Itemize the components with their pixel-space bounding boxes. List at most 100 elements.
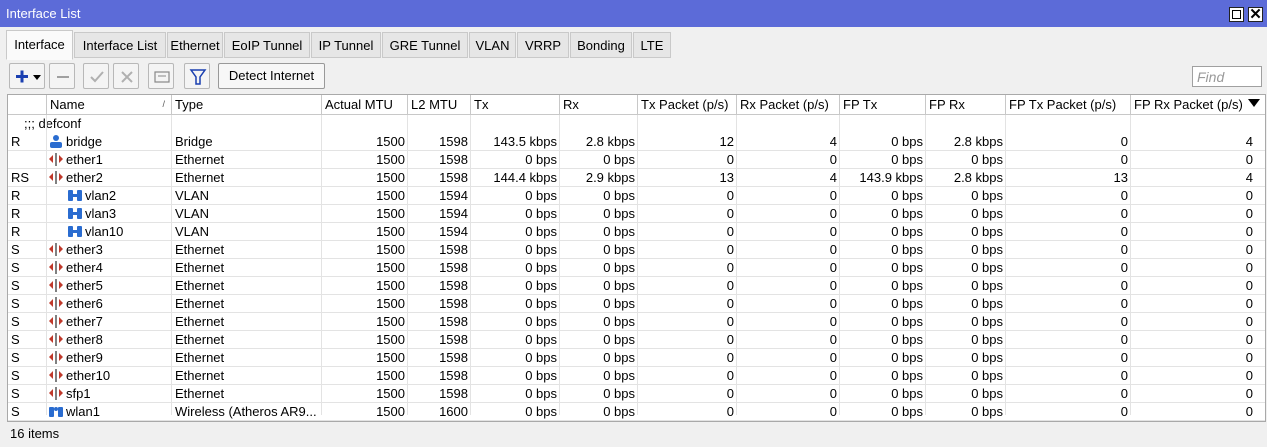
column-rx[interactable]: Rx <box>560 95 638 114</box>
cell-rx: 0 bps <box>603 350 635 365</box>
disable-button[interactable] <box>113 63 139 89</box>
column-divider <box>839 115 840 415</box>
cell-rxp: 0 <box>829 152 837 167</box>
cell-name: ether9 <box>66 350 103 365</box>
cell-fptx: 0 bps <box>891 332 923 347</box>
cell-fprx: 0 bps <box>971 350 1003 365</box>
detect-internet-button[interactable]: Detect Internet <box>218 63 325 89</box>
cell-tx: 0 bps <box>525 314 557 329</box>
cell-rxp: 0 <box>829 368 837 383</box>
column-l2-mtu[interactable]: L2 MTU <box>408 95 471 114</box>
cell-fptx: 0 bps <box>891 296 923 311</box>
cell-flag: R <box>11 134 21 149</box>
cell-fptxp: 0 <box>1120 242 1128 257</box>
cell-rxp: 0 <box>829 224 837 239</box>
cell-flag: S <box>11 260 20 275</box>
cell-flag: S <box>11 350 20 365</box>
cell-fptxp: 0 <box>1120 350 1128 365</box>
cell-fptx: 0 bps <box>891 350 923 365</box>
tab-vlan[interactable]: VLAN <box>469 32 516 58</box>
close-button[interactable]: ✕ <box>1248 7 1263 22</box>
column-divider <box>46 115 47 415</box>
cell-mtu: 1500 <box>376 152 405 167</box>
tab-eoip-tunnel[interactable]: EoIP Tunnel <box>224 32 310 58</box>
column-fp-tx[interactable]: FP Tx <box>840 95 926 114</box>
comment-button[interactable] <box>148 63 174 89</box>
cell-rxp: 4 <box>829 134 837 149</box>
cell-fptxp: 0 <box>1120 314 1128 329</box>
cell-flag: S <box>11 296 20 311</box>
cell-fprxp: 0 <box>1245 386 1253 401</box>
cell-rxp: 0 <box>829 242 837 257</box>
tab-interface[interactable]: Interface <box>6 30 73 60</box>
column-menu-icon[interactable] <box>1248 99 1260 107</box>
cell-name: ether5 <box>66 278 103 293</box>
remove-button[interactable] <box>49 63 75 89</box>
column-divider <box>559 115 560 415</box>
cell-name: ether1 <box>66 152 103 167</box>
cell-fptx: 0 bps <box>891 188 923 203</box>
title-bar[interactable]: Interface List ✕ <box>0 0 1267 27</box>
column-divider <box>321 115 322 415</box>
wireless-icon <box>48 404 64 419</box>
column-divider <box>407 115 408 415</box>
cell-type: Ethernet <box>175 296 225 311</box>
cell-fprxp: 0 <box>1245 188 1253 203</box>
cell-fptx: 0 bps <box>891 368 923 383</box>
cell-txp: 13 <box>719 170 734 185</box>
column-tx[interactable]: Tx <box>471 95 560 114</box>
cell-mtu: 1500 <box>376 404 405 419</box>
cell-fprxp: 0 <box>1245 296 1253 311</box>
find-input[interactable] <box>1192 66 1262 87</box>
tab-gre-tunnel[interactable]: GRE Tunnel <box>382 32 468 58</box>
column-flags[interactable] <box>8 95 47 114</box>
cell-type: VLAN <box>175 224 209 239</box>
column-type[interactable]: Type <box>172 95 322 114</box>
column-fp-rx-packet[interactable]: FP Rx Packet (p/s) <box>1131 95 1246 114</box>
add-button[interactable] <box>9 63 45 89</box>
cell-rx: 0 bps <box>603 332 635 347</box>
cell-txp: 0 <box>726 332 734 347</box>
cell-fptxp: 13 <box>1113 170 1128 185</box>
cell-fptx: 0 bps <box>891 386 923 401</box>
tab-ip-tunnel[interactable]: IP Tunnel <box>311 32 381 58</box>
toolbar: Detect Internet <box>0 60 1267 93</box>
column-fp-rx[interactable]: FP Rx <box>926 95 1006 114</box>
cell-name: ether7 <box>66 314 103 329</box>
cell-fptxp: 0 <box>1120 206 1128 221</box>
cell-l2mtu: 1598 <box>439 332 468 347</box>
ethernet-icon <box>48 260 64 275</box>
cell-tx: 143.5 kbps <box>493 134 557 149</box>
tab-lte[interactable]: LTE <box>633 32 671 58</box>
column-fp-tx-packet[interactable]: FP Tx Packet (p/s) <box>1006 95 1131 114</box>
cell-flag: S <box>11 368 20 383</box>
cell-l2mtu: 1598 <box>439 242 468 257</box>
enable-button[interactable] <box>83 63 109 89</box>
cell-flag: S <box>11 332 20 347</box>
maximize-button[interactable] <box>1229 7 1244 22</box>
group-comment: ;;; defconf <box>24 116 82 131</box>
tab-vrrp[interactable]: VRRP <box>517 32 569 58</box>
column-tx-packet[interactable]: Tx Packet (p/s) <box>638 95 737 114</box>
column-actual-mtu[interactable]: Actual MTU <box>322 95 408 114</box>
tab-ethernet[interactable]: Ethernet <box>167 32 223 58</box>
tab-interface-list[interactable]: Interface List <box>74 32 166 58</box>
ethernet-icon <box>48 386 64 401</box>
filter-button[interactable] <box>184 63 210 89</box>
cell-fprx: 0 bps <box>971 332 1003 347</box>
column-rx-packet[interactable]: Rx Packet (p/s) <box>737 95 840 114</box>
cell-name: vlan2 <box>85 188 117 203</box>
cell-rx: 0 bps <box>603 242 635 257</box>
cell-fptx: 0 bps <box>891 404 923 419</box>
cell-fptxp: 0 <box>1120 368 1128 383</box>
ethernet-icon <box>48 152 64 167</box>
cell-type: Ethernet <box>175 152 225 167</box>
tab-bonding[interactable]: Bonding <box>570 32 632 58</box>
cell-fptx: 143.9 kbps <box>859 170 923 185</box>
cell-name: wlan1 <box>66 404 100 419</box>
column-divider <box>925 115 926 415</box>
cell-mtu: 1500 <box>376 224 405 239</box>
cell-mtu: 1500 <box>376 386 405 401</box>
cell-name: bridge <box>66 134 103 149</box>
column-name[interactable]: Name / <box>47 95 172 114</box>
